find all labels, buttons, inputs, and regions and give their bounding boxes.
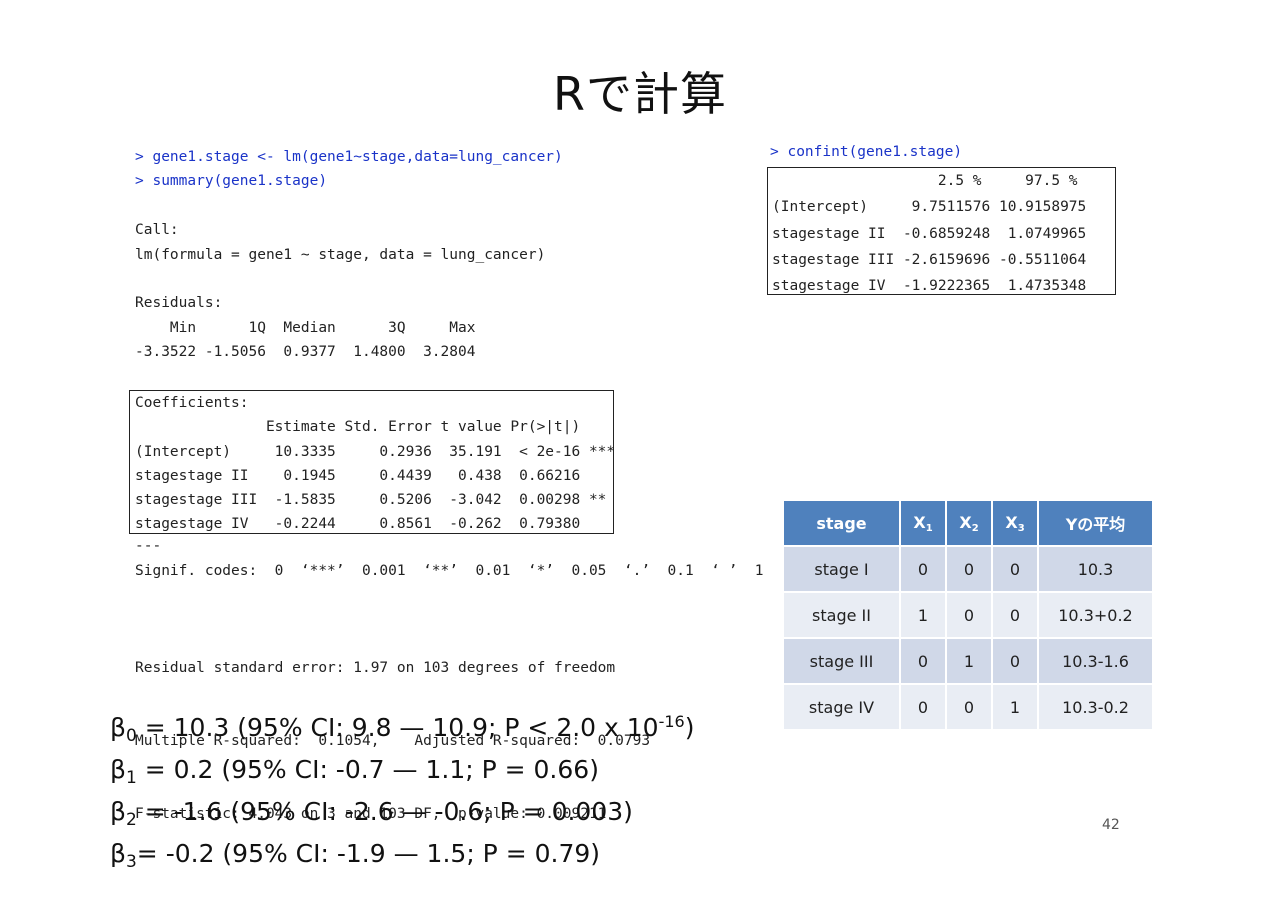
command-summary: > summary(gene1.stage) bbox=[135, 173, 328, 190]
header-stage: stage bbox=[784, 501, 899, 545]
slide-title: Rで計算 bbox=[553, 67, 727, 121]
coefficient-row: (Intercept) 10.3335 0.2936 35.191 < 2e-1… bbox=[135, 443, 616, 460]
table-row: stage II 1 0 0 10.3+0.2 bbox=[784, 593, 1152, 637]
table-cell: 10.3-1.6 bbox=[1039, 639, 1152, 683]
table-cell: stage I bbox=[784, 547, 899, 591]
coefficients-label: Coefficients: bbox=[135, 395, 249, 411]
command-confint: > confint(gene1.stage) bbox=[770, 144, 963, 160]
confint-header: 2.5 % 97.5 % bbox=[772, 173, 1078, 189]
residual-standard-error: Residual standard error: 1.97 on 103 deg… bbox=[135, 659, 616, 676]
separator-dashes: --- bbox=[135, 538, 162, 554]
signif-codes: Signif. codes: 0 ‘***’ 0.001 ‘**’ 0.01 ‘… bbox=[135, 563, 764, 579]
header-y-mean: Yの平均 bbox=[1039, 501, 1152, 545]
residuals-header: Min 1Q Median 3Q Max bbox=[135, 319, 485, 336]
table-cell: 0 bbox=[993, 639, 1037, 683]
call-formula: lm(formula = gene1 ~ stage, data = lung_… bbox=[135, 246, 546, 263]
beta-line: β0 = 10.3 (95% CI: 9.8 — 10.9; P < 2.0 x… bbox=[110, 712, 695, 746]
table-cell: stage II bbox=[784, 593, 899, 637]
table-cell: 0 bbox=[993, 593, 1037, 637]
table-cell: 0 bbox=[947, 593, 991, 637]
confint-row: stagestage III -2.6159696 -0.5511064 bbox=[772, 251, 1087, 268]
confint-row: stagestage IV -1.9222365 1.4735348 bbox=[772, 278, 1087, 295]
table-row: stage IV 0 0 1 10.3-0.2 bbox=[784, 685, 1152, 729]
table-cell: 0 bbox=[993, 547, 1037, 591]
header-x2: X2 bbox=[947, 501, 991, 545]
header-x1: X1 bbox=[901, 501, 945, 545]
table-cell: 10.3+0.2 bbox=[1039, 593, 1152, 637]
confint-row: stagestage II -0.6859248 1.0749965 bbox=[772, 225, 1087, 242]
coefficient-row: stagestage II 0.1945 0.4439 0.438 0.6621… bbox=[135, 467, 616, 484]
table-cell: stage IV bbox=[784, 685, 899, 729]
table-cell: stage III bbox=[784, 639, 899, 683]
table-cell: 10.3-0.2 bbox=[1039, 685, 1152, 729]
beta-line: β3= -0.2 (95% CI: -1.9 — 1.5; P = 0.79) bbox=[110, 839, 601, 872]
residuals-values: -3.3522 -1.5056 0.9377 1.4800 3.2804 bbox=[135, 344, 485, 361]
table-cell: 0 bbox=[901, 547, 945, 591]
table-row: stage III 0 1 0 10.3-1.6 bbox=[784, 639, 1152, 683]
table-cell: 10.3 bbox=[1039, 547, 1152, 591]
table-header-row: stage X1 X2 X3 Yの平均 bbox=[784, 501, 1152, 545]
table-cell: 0 bbox=[947, 547, 991, 591]
command-lm: > gene1.stage <- lm(gene1~stage,data=lun… bbox=[135, 149, 563, 165]
r-console-output: > gene1.stage <- lm(gene1~stage,data=lun… bbox=[135, 145, 563, 365]
coefficients-box: Coefficients: Estimate Std. Error t valu… bbox=[129, 390, 616, 534]
table-row: stage I 0 0 0 10.3 bbox=[784, 547, 1152, 591]
beta-estimates: β0 = 10.3 (95% CI: 9.8 — 10.9; P < 2.0 x… bbox=[110, 705, 694, 879]
header-x3: X3 bbox=[993, 501, 1037, 545]
beta-line: β2 = -1.6 (95% CI: -2.6 — -0.6; P = 0.00… bbox=[110, 797, 633, 830]
coefficient-row: stagestage IV -0.2244 0.8561 -0.262 0.79… bbox=[135, 516, 616, 533]
confint-row: (Intercept) 9.7511576 10.9158975 bbox=[772, 199, 1087, 216]
coefficient-row: stagestage III -1.5835 0.5206 -3.042 0.0… bbox=[135, 492, 616, 509]
table-cell: 1 bbox=[947, 639, 991, 683]
residuals-label: Residuals: bbox=[135, 295, 223, 312]
table-cell: 1 bbox=[993, 685, 1037, 729]
beta-line: β1 = 0.2 (95% CI: -0.7 — 1.1; P = 0.66) bbox=[110, 755, 599, 788]
confint-box: 2.5 % 97.5 % (Intercept) 9.7511576 10.91… bbox=[767, 167, 1116, 295]
call-label: Call: bbox=[135, 222, 179, 239]
table-cell: 0 bbox=[901, 685, 945, 729]
page-number: 42 bbox=[1102, 817, 1120, 833]
table-cell: 1 bbox=[901, 593, 945, 637]
table-cell: 0 bbox=[901, 639, 945, 683]
table-cell: 0 bbox=[947, 685, 991, 729]
coefficients-header: Estimate Std. Error t value Pr(>|t|) bbox=[135, 419, 616, 436]
stage-dummy-table: stage X1 X2 X3 Yの平均 stage I 0 0 0 10.3 s… bbox=[782, 499, 1154, 731]
